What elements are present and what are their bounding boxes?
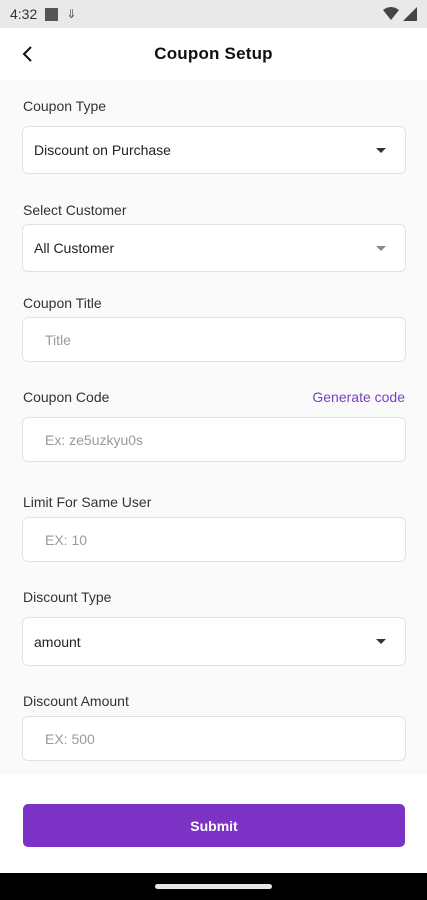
back-button[interactable] [14,40,42,68]
discount-type-select[interactable]: amount [22,617,406,666]
page-title: Coupon Setup [154,44,273,63]
coupon-title-label: Coupon Title [23,295,102,311]
discount-amount-placeholder: EX: 500 [45,730,95,747]
select-customer-label: Select Customer [23,202,127,218]
app-bar: Coupon Setup [0,28,427,80]
discount-type-value: amount [34,633,81,650]
coupon-type-value: Discount on Purchase [34,142,171,158]
generate-code-link[interactable]: Generate code [312,389,405,405]
dropdown-arrow-icon [376,639,386,644]
wifi-icon [383,7,399,20]
limit-same-user-placeholder: EX: 10 [45,531,88,548]
coupon-type-select[interactable]: Discount on Purchase [22,126,406,174]
limit-same-user-input[interactable]: EX: 10 [22,517,406,562]
system-nav-bar [0,873,427,900]
chevron-left-icon [22,46,32,62]
signal-icon [403,7,417,21]
coupon-code-placeholder: Ex: ze5uzkyu0s [45,431,144,448]
discount-amount-input[interactable]: EX: 500 [22,716,406,761]
select-customer-select[interactable]: All Customer [22,224,406,272]
coupon-code-label: Coupon Code [23,389,110,405]
status-right [383,7,417,21]
status-bar: 4:32 ⇓ [0,0,427,28]
submit-button[interactable]: Submit [23,804,405,847]
coupon-code-input[interactable]: Ex: ze5uzkyu0s [22,417,406,462]
download-icon: ⇓ [66,7,77,21]
discount-type-label: Discount Type [23,589,112,605]
coupon-form: Coupon Type Discount on Purchase Select … [0,80,427,775]
limit-same-user-label: Limit For Same User [23,494,152,510]
discount-amount-label: Discount Amount [23,693,129,709]
dropdown-arrow-icon [376,245,386,251]
status-time: 4:32 [10,6,38,22]
coupon-title-placeholder: Title [45,331,71,348]
coupon-title-input[interactable]: Title [22,317,406,362]
coupon-type-label: Coupon Type [23,98,107,114]
bottom-action-area: Submit [0,775,427,873]
dropdown-arrow-icon [376,147,386,153]
notification-icon [45,7,59,21]
select-customer-value: All Customer [34,240,115,256]
home-handle[interactable] [155,884,272,889]
